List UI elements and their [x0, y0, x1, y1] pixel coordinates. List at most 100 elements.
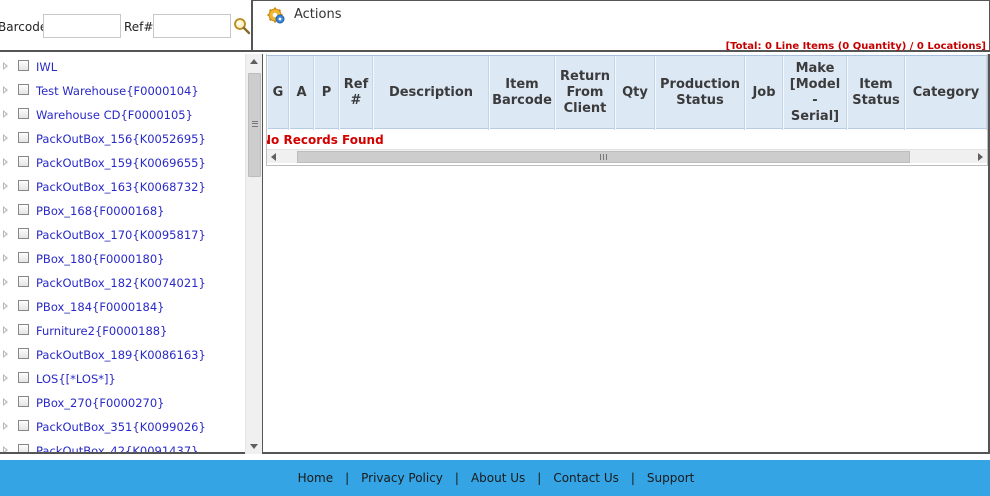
tree-node-checkbox[interactable] [18, 228, 29, 239]
tree-node-label[interactable]: PackOutBox_170{K0095817} [36, 228, 206, 242]
tree-node[interactable]: PackOutBox_351{K0099026} [0, 414, 262, 438]
tree-node[interactable]: PackOutBox_182{K0074021} [0, 270, 262, 294]
expand-triangle-icon[interactable] [3, 158, 8, 166]
column-header[interactable]: Item Barcode [489, 56, 555, 130]
grid-scroll-thumb[interactable] [297, 151, 910, 163]
tree-node-label[interactable]: PackOutBox_159{K0069655} [36, 156, 206, 170]
tree-node-checkbox[interactable] [18, 132, 29, 143]
expand-triangle-icon[interactable] [3, 182, 8, 190]
tree-node-label[interactable]: PackOutBox_189{K0086163} [36, 348, 206, 362]
tree-node-checkbox[interactable] [18, 204, 29, 215]
tree-node[interactable]: PBox_184{F0000184} [0, 294, 262, 318]
tree-node[interactable]: IWL [0, 54, 262, 78]
tree-node[interactable]: PBox_168{F0000168} [0, 198, 262, 222]
tree-node-label[interactable]: Warehouse CD{F0000105} [36, 108, 193, 122]
tree-node-checkbox[interactable] [18, 300, 29, 311]
column-header-text: Item [505, 77, 539, 92]
tree-node-label[interactable]: Test Warehouse{F0000104} [36, 84, 199, 98]
expand-triangle-icon[interactable] [3, 134, 8, 142]
expand-triangle-icon[interactable] [3, 422, 8, 430]
footer-link-about-us[interactable]: About Us [471, 471, 525, 485]
tree-node[interactable]: PackOutBox_163{K0068732} [0, 174, 262, 198]
expand-triangle-icon[interactable] [3, 398, 8, 406]
tree-node-checkbox[interactable] [18, 372, 29, 383]
expand-triangle-icon[interactable] [3, 350, 8, 358]
tree-node[interactable]: PBox_270{F0000270} [0, 390, 262, 414]
expand-triangle-icon[interactable] [3, 86, 8, 94]
column-header[interactable]: P [314, 56, 339, 130]
tree-node[interactable]: PackOutBox_156{K0052695} [0, 126, 262, 150]
tree-node[interactable]: Furniture2{F0000188} [0, 318, 262, 342]
tree-node-checkbox[interactable] [18, 60, 29, 71]
gear-icon[interactable] [267, 6, 285, 24]
scroll-left-arrow-icon[interactable] [271, 153, 276, 161]
tree-node-checkbox[interactable] [18, 348, 29, 359]
tree-node-checkbox[interactable] [18, 156, 29, 167]
tree-node[interactable]: PackOutBox_189{K0086163} [0, 342, 262, 366]
column-header[interactable]: Return From Client [555, 56, 615, 130]
tree-node-label[interactable]: PackOutBox_351{K0099026} [36, 420, 206, 434]
expand-triangle-icon[interactable] [3, 446, 8, 452]
tree-node-checkbox[interactable] [18, 420, 29, 431]
column-header[interactable]: Description [373, 56, 489, 130]
tree-node[interactable]: PackOutBox_170{K0095817} [0, 222, 262, 246]
tree-node-checkbox[interactable] [18, 180, 29, 191]
tree-node-label[interactable]: PBox_168{F0000168} [36, 204, 164, 218]
expand-triangle-icon[interactable] [3, 230, 8, 238]
tree-node-checkbox[interactable] [18, 396, 29, 407]
scroll-down-arrow-icon[interactable] [250, 444, 258, 449]
expand-triangle-icon[interactable] [3, 302, 8, 310]
expand-triangle-icon[interactable] [3, 254, 8, 262]
column-header[interactable]: Qty [615, 56, 655, 130]
column-header[interactable]: G [267, 56, 289, 130]
tree-node-checkbox[interactable] [18, 84, 29, 95]
tree-node-checkbox[interactable] [18, 108, 29, 119]
tree-node-label[interactable]: Furniture2{F0000188} [36, 324, 167, 338]
tree-node-checkbox[interactable] [18, 444, 29, 452]
ref-input[interactable] [153, 14, 231, 38]
expand-triangle-icon[interactable] [3, 110, 8, 118]
tree-node-label[interactable]: IWL [36, 60, 57, 74]
column-header[interactable]: Job [745, 56, 783, 130]
tree-node[interactable]: Test Warehouse{F0000104} [0, 78, 262, 102]
expand-triangle-icon[interactable] [3, 206, 8, 214]
search-icon[interactable] [233, 17, 251, 35]
actions-title[interactable]: Actions [294, 7, 342, 22]
tree-node-label[interactable]: PBox_184{F0000184} [36, 300, 164, 314]
expand-triangle-icon[interactable] [3, 278, 8, 286]
footer-link-contact-us[interactable]: Contact Us [553, 471, 619, 485]
tree-node-label[interactable]: PackOutBox_182{K0074021} [36, 276, 206, 290]
column-header[interactable]: Item Status [847, 56, 905, 130]
column-header[interactable]: Make [Model - Serial] [783, 56, 847, 130]
tree-node-label[interactable]: PBox_270{F0000270} [36, 396, 164, 410]
tree-node-checkbox[interactable] [18, 252, 29, 263]
column-header[interactable]: A [289, 56, 314, 130]
tree-scroll-thumb[interactable] [248, 73, 261, 177]
tree-node[interactable]: PackOutBox_159{K0069655} [0, 150, 262, 174]
scroll-right-arrow-icon[interactable] [978, 153, 983, 161]
column-header[interactable]: Category [905, 56, 987, 130]
tree-node[interactable]: PackOutBox_42{K0091437} [0, 438, 262, 452]
tree-node[interactable]: PBox_180{F0000180} [0, 246, 262, 270]
footer-link-support[interactable]: Support [647, 471, 694, 485]
tree-node-label[interactable]: PackOutBox_163{K0068732} [36, 180, 206, 194]
barcode-input[interactable] [43, 14, 121, 38]
column-header[interactable]: Production Status [655, 56, 745, 130]
tree-node-label[interactable]: PackOutBox_156{K0052695} [36, 132, 206, 146]
tree-node-label[interactable]: PackOutBox_42{K0091437} [36, 444, 198, 452]
expand-triangle-icon[interactable] [3, 374, 8, 382]
tree-node-label[interactable]: LOS{[*LOS*]} [36, 372, 116, 386]
column-header[interactable]: Ref # [339, 56, 373, 130]
tree-scrollbar[interactable] [245, 54, 262, 454]
expand-triangle-icon[interactable] [3, 326, 8, 334]
tree-node-checkbox[interactable] [18, 276, 29, 287]
expand-triangle-icon[interactable] [3, 62, 8, 70]
footer-link-home[interactable]: Home [298, 471, 333, 485]
tree-node-label[interactable]: PBox_180{F0000180} [36, 252, 164, 266]
tree-node[interactable]: Warehouse CD{F0000105} [0, 102, 262, 126]
tree-node[interactable]: LOS{[*LOS*]} [0, 366, 262, 390]
tree-node-checkbox[interactable] [18, 324, 29, 335]
footer-link-privacy-policy[interactable]: Privacy Policy [361, 471, 443, 485]
grid-hscrollbar[interactable] [267, 149, 987, 163]
scroll-up-arrow-icon[interactable] [250, 59, 258, 64]
